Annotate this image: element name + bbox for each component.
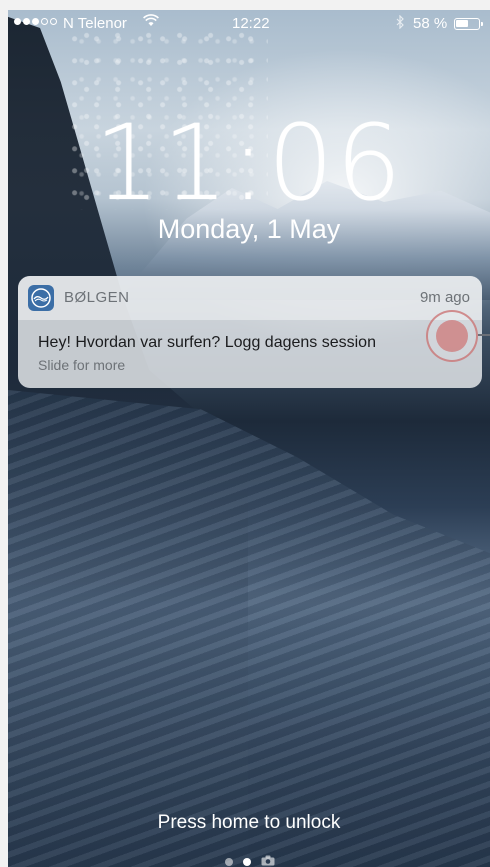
lock-screen: N Telenor 12:22 58 % 11:06 Monday, 1 May…	[8, 10, 490, 867]
page-indicator	[225, 853, 275, 867]
status-time: 12:22	[232, 15, 270, 32]
unlock-hint: Press home to unlock	[157, 812, 341, 833]
page-dot-active	[243, 858, 251, 866]
camera-icon[interactable]	[261, 853, 275, 867]
battery-fill	[456, 20, 468, 27]
notification-time: 9m ago	[419, 289, 470, 306]
notification-card[interactable]: BØLGEN 9m ago Hey! Hvordan var surfen? L…	[18, 276, 482, 388]
notification-hint: Slide for more	[38, 357, 126, 373]
swipe-track	[478, 334, 490, 336]
battery-icon	[454, 18, 483, 30]
battery-percentage: 58 %	[413, 15, 448, 32]
notification-message: Hey! Hvordan var surfen? Logg dagens ses…	[38, 334, 376, 351]
lock-time: 11:06	[94, 102, 404, 224]
carrier-name: N Telenor	[63, 15, 127, 32]
lock-date: Monday, 1 May	[157, 214, 341, 244]
wallpaper-water	[8, 390, 490, 867]
notification-header: BØLGEN 9m ago	[18, 276, 482, 320]
notification-app-name: BØLGEN	[64, 289, 130, 306]
swipe-handle-knob	[436, 320, 468, 352]
wifi-icon	[143, 14, 159, 31]
page-dot	[225, 858, 233, 866]
swipe-handle[interactable]	[426, 310, 478, 362]
bluetooth-icon	[396, 14, 405, 32]
bolgen-app-icon	[28, 285, 54, 311]
status-bar: N Telenor 12:22 58 %	[8, 10, 490, 36]
signal-strength-icon	[14, 18, 57, 25]
